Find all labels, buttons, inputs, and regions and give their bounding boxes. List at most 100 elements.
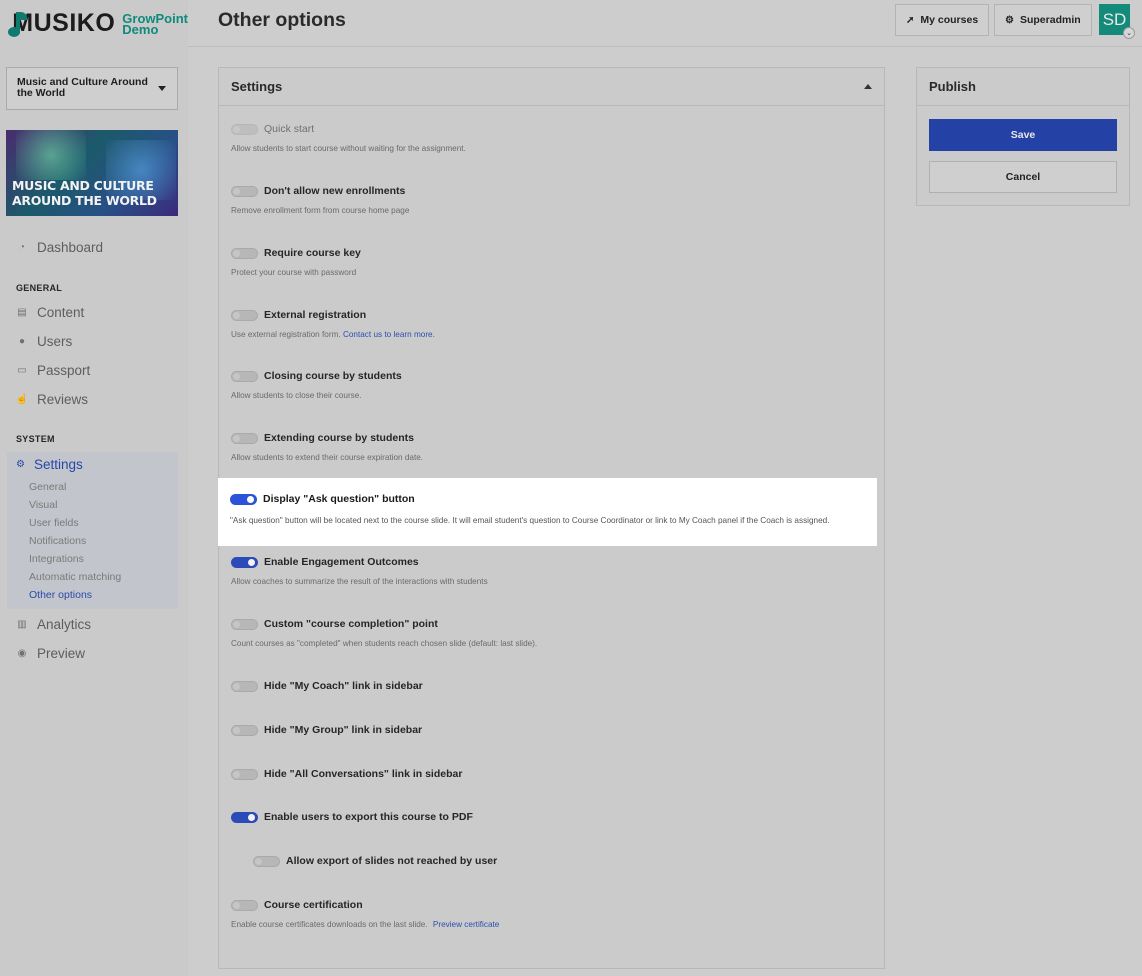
publish-panel: Publish Save Cancel — [916, 67, 1130, 206]
id-card-icon: ▭ — [17, 365, 27, 376]
gear-icon: ⚙ — [16, 459, 25, 470]
section-general: GENERAL — [16, 283, 63, 293]
sidebar-item-users[interactable]: ● Users — [16, 334, 72, 349]
eye-icon: ◉ — [17, 648, 27, 659]
toggle-switch[interactable] — [231, 812, 258, 823]
sidebar-item-content[interactable]: ▤ Content — [16, 305, 84, 320]
toggle-switch[interactable] — [253, 856, 280, 867]
option-description: Use external registration form. Contact … — [231, 330, 435, 339]
desc-text: Use external registration form. — [231, 330, 341, 339]
option-label: Hide "My Coach" link in sidebar — [264, 680, 423, 692]
sidebar-sub-user-fields[interactable]: User fields — [29, 517, 79, 529]
sidebar-sub-other-options[interactable]: Other options — [29, 589, 92, 601]
option-description: Remove enrollment form from course home … — [231, 206, 410, 215]
toggle-switch[interactable] — [231, 681, 258, 692]
option-ask-question-button: Display "Ask question" button "Ask quest… — [218, 478, 877, 546]
button-label: Superadmin — [1019, 14, 1081, 26]
avatar-initials: SD — [1102, 9, 1127, 29]
section-system: SYSTEM — [16, 434, 55, 444]
toggle-switch[interactable] — [231, 124, 258, 135]
preview-certificate-link[interactable]: Preview certificate — [433, 920, 499, 929]
option-label: Display "Ask question" button — [263, 493, 415, 505]
toggle-switch[interactable] — [231, 619, 258, 630]
option-description: Allow students to start course without w… — [231, 144, 466, 153]
brand-subtitle: GrowPoint Demo — [122, 10, 188, 37]
topbar: Other options ➚ My courses ⚙ Superadmin … — [188, 0, 1142, 47]
avatar[interactable]: SD ⌄ — [1099, 4, 1135, 39]
option-label: Quick start — [264, 123, 315, 135]
course-cover-image: MUSIC AND CULTURE AROUND THE WORLD — [6, 130, 178, 216]
sidebar-item-passport[interactable]: ▭ Passport — [16, 363, 90, 378]
course-cover-caption: MUSIC AND CULTURE AROUND THE WORLD — [12, 178, 157, 208]
option-label: Enable users to export this course to PD… — [264, 811, 473, 823]
save-button[interactable]: Save — [929, 119, 1117, 151]
option-description: Protect your course with password — [231, 268, 357, 277]
sidebar-item-label: Reviews — [37, 392, 89, 407]
option-description: "Ask question" button will be located ne… — [230, 516, 830, 525]
option-description: Enable course certificates downloads on … — [231, 920, 499, 929]
option-label: Enable Engagement Outcomes — [264, 556, 419, 568]
sidebar-item-settings[interactable]: ⚙ Settings — [16, 457, 83, 472]
toggle-switch[interactable] — [231, 769, 258, 780]
option-label: Require course key — [264, 247, 361, 259]
sidebar-item-label: Settings — [33, 457, 83, 472]
option-label: External registration — [264, 309, 367, 321]
option-label: Hide "All Conversations" link in sidebar — [264, 768, 463, 780]
sidebar-sub-automatic-matching[interactable]: Automatic matching — [29, 571, 121, 583]
sidebar-item-label: Preview — [37, 646, 86, 661]
desc-text: Enable course certificates downloads on … — [231, 920, 428, 929]
caret-down-icon — [158, 86, 166, 91]
contact-us-link[interactable]: Contact us to learn more. — [343, 330, 435, 339]
toggle-switch[interactable] — [231, 900, 258, 911]
sidebar-settings-group: ⚙ Settings — [7, 452, 178, 609]
file-icon: ▤ — [17, 307, 27, 318]
dashboard-icon: ◔ — [18, 242, 26, 253]
button-label: My courses — [920, 14, 979, 26]
option-label: Allow export of slides not reached by us… — [286, 855, 498, 867]
brand-logo[interactable]: MUSIKO GrowPoint Demo — [0, 0, 188, 47]
option-label: Course certification — [264, 899, 363, 911]
toggle-switch[interactable] — [231, 371, 258, 382]
option-description: Count courses as "completed" when studen… — [231, 639, 538, 648]
caret-up-icon[interactable] — [864, 84, 872, 89]
option-label: Don't allow new enrollments — [264, 185, 406, 197]
bar-chart-icon: ▥ — [17, 619, 27, 630]
sidebar-sub-general[interactable]: General — [29, 481, 66, 493]
option-description: Allow coaches to summarize the result of… — [231, 577, 488, 586]
gear-icon: ⚙ — [1005, 14, 1014, 26]
sidebar-item-label: Users — [37, 334, 73, 349]
panel-title: Settings — [231, 79, 283, 94]
option-label: Custom "course completion" point — [264, 618, 438, 630]
toggle-switch[interactable] — [231, 433, 258, 444]
toggle-switch[interactable] — [231, 557, 258, 568]
sidebar: MUSIKO GrowPoint Demo Music and Culture A… — [0, 0, 188, 976]
toggle-switch[interactable] — [231, 310, 258, 321]
settings-panel-header[interactable]: Settings — [219, 68, 884, 106]
sidebar-sub-notifications[interactable]: Notifications — [29, 535, 86, 547]
toggle-switch[interactable] — [230, 494, 257, 505]
superadmin-button[interactable]: ⚙ Superadmin — [994, 4, 1092, 36]
option-description: Allow students to extend their course ex… — [231, 453, 424, 462]
option-description: Allow students to close their course. — [231, 391, 362, 400]
sidebar-item-analytics[interactable]: ▥ Analytics — [16, 617, 91, 632]
user-icon: ● — [18, 336, 26, 347]
toggle-switch[interactable] — [231, 248, 258, 259]
course-select-value: Music and Culture Around the World — [17, 76, 148, 99]
page-title: Other options — [218, 9, 346, 31]
option-label: Hide "My Group" link in sidebar — [264, 724, 423, 736]
sidebar-item-dashboard[interactable]: ◔ Dashboard — [16, 240, 103, 255]
publish-title: Publish — [917, 68, 1129, 106]
course-select[interactable]: Music and Culture Around the World — [6, 67, 178, 110]
sidebar-item-reviews[interactable]: ☝ Reviews — [16, 392, 88, 407]
sidebar-sub-integrations[interactable]: Integrations — [29, 553, 84, 565]
option-label: Closing course by students — [264, 370, 402, 382]
option-label: Extending course by students — [264, 432, 414, 444]
toggle-switch[interactable] — [231, 725, 258, 736]
sidebar-sub-visual[interactable]: Visual — [29, 499, 57, 511]
cancel-button[interactable]: Cancel — [929, 161, 1117, 193]
toggle-switch[interactable] — [231, 186, 258, 197]
my-courses-button[interactable]: ➚ My courses — [895, 4, 990, 36]
sidebar-item-preview[interactable]: ◉ Preview — [16, 646, 85, 661]
sidebar-item-label: Analytics — [37, 617, 92, 632]
chevron-down-icon: ⌄ — [1123, 27, 1135, 39]
